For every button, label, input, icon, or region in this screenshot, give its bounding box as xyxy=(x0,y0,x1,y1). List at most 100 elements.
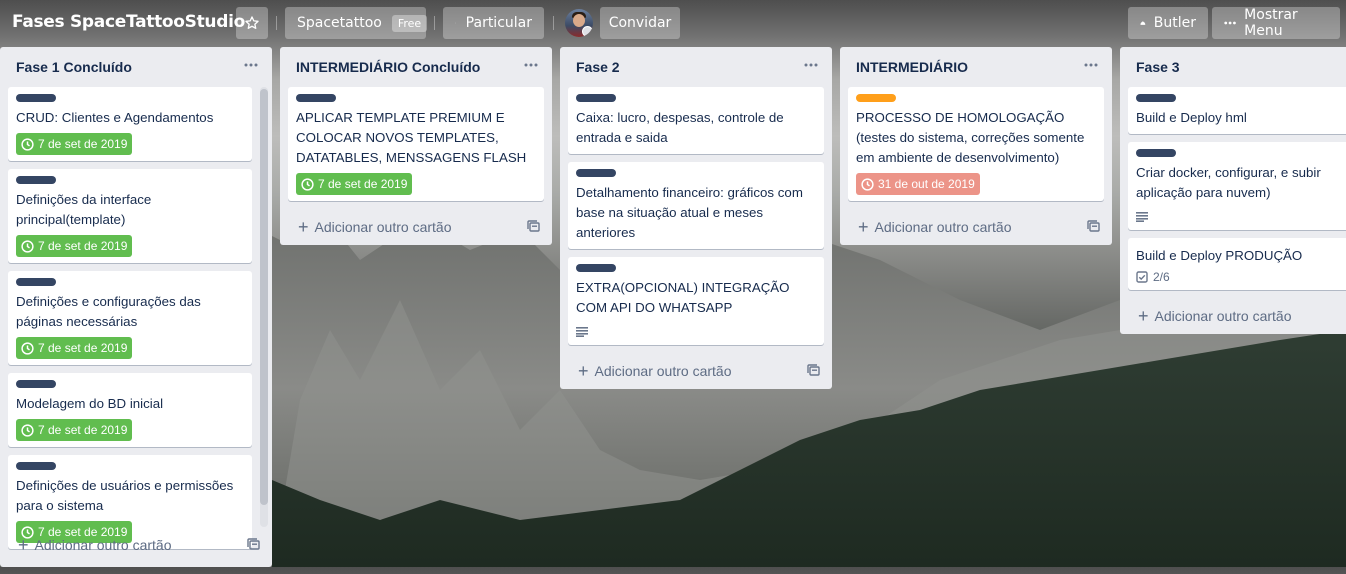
team-name: Spacetattoo xyxy=(297,15,382,31)
ellipsis-icon xyxy=(1224,21,1236,25)
add-card-label: Adicionar outro cartão xyxy=(35,537,172,553)
card-template-icon[interactable] xyxy=(527,220,540,233)
list-title[interactable]: INTERMEDIÁRIO Concluído xyxy=(296,59,480,75)
card-template-icon[interactable] xyxy=(1087,220,1100,233)
scrollbar-thumb[interactable] xyxy=(260,89,268,505)
list-intermediario: INTERMEDIÁRIO PROCESSO DE HOMOLOGAÇÃO (t… xyxy=(840,47,1112,245)
add-card-button[interactable]: + Adicionar outro cartão xyxy=(0,527,272,563)
card[interactable]: APLICAR TEMPLATE PREMIUM E COLOCAR NOVOS… xyxy=(288,87,544,201)
add-card-label: Adicionar outro cartão xyxy=(315,219,452,235)
plus-icon: + xyxy=(578,362,589,380)
card-label[interactable] xyxy=(1136,149,1176,157)
card-title: Definições da interface principal(templa… xyxy=(16,190,244,230)
card[interactable]: EXTRA(OPCIONAL) INTEGRAÇÃO COM API DO WH… xyxy=(568,257,824,345)
card-label[interactable] xyxy=(856,94,896,102)
butler-button[interactable]: Butler xyxy=(1128,7,1208,39)
card-title: Modelagem do BD inicial xyxy=(16,394,244,414)
card[interactable]: Build e Deploy PRODUÇÃO 2/6 xyxy=(1128,238,1346,290)
show-menu-button[interactable]: Mostrar Menu xyxy=(1212,7,1340,39)
card-template-icon[interactable] xyxy=(807,364,820,377)
visibility-label: Particular xyxy=(466,15,532,31)
add-card-label: Adicionar outro cartão xyxy=(595,363,732,379)
due-date-badge[interactable]: 31 de out de 2019 xyxy=(856,173,980,195)
due-date-badge[interactable]: 7 de set de 2019 xyxy=(16,133,132,155)
card-label[interactable] xyxy=(16,94,56,102)
list-title[interactable]: Fase 3 xyxy=(1136,59,1180,75)
card[interactable]: Criar docker, configurar, e subir aplica… xyxy=(1128,142,1346,230)
list-fase-2: Fase 2 Caixa: lucro, despesas, controle … xyxy=(560,47,832,389)
card-label[interactable] xyxy=(296,94,336,102)
card-template-icon[interactable] xyxy=(247,538,260,551)
checklist-icon xyxy=(1136,271,1148,283)
card[interactable]: Definições da interface principal(templa… xyxy=(8,169,252,263)
add-card-button[interactable]: + Adicionar outro cartão xyxy=(560,353,832,389)
description-icon xyxy=(576,325,816,339)
butler-icon xyxy=(1140,17,1146,29)
card-title: APLICAR TEMPLATE PREMIUM E COLOCAR NOVOS… xyxy=(296,108,536,168)
list-header[interactable]: Fase 3 xyxy=(1120,47,1346,87)
card-label[interactable] xyxy=(576,169,616,177)
card-title: Criar docker, configurar, e subir aplica… xyxy=(1136,163,1338,203)
card[interactable]: PROCESSO DE HOMOLOGAÇÃO (testes do siste… xyxy=(848,87,1104,201)
card-title: Build e Deploy hml xyxy=(1136,108,1338,128)
card[interactable]: Definições e configurações das páginas n… xyxy=(8,271,252,365)
lock-icon xyxy=(455,16,456,30)
add-card-button[interactable]: + Adicionar outro cartão xyxy=(280,209,552,245)
card[interactable]: Build e Deploy hml xyxy=(1128,87,1346,134)
plan-badge: Free xyxy=(392,15,427,32)
add-card-button[interactable]: +Adicionar outro cartão xyxy=(1120,298,1346,334)
list-title[interactable]: INTERMEDIÁRIO xyxy=(856,59,968,75)
card[interactable]: CRUD: Clientes e Agendamentos 7 de set d… xyxy=(8,87,252,161)
plus-icon: + xyxy=(298,218,309,236)
card-title: Detalhamento financeiro: gráficos com ba… xyxy=(576,183,816,243)
butler-label: Butler xyxy=(1154,15,1196,31)
card-label[interactable] xyxy=(16,380,56,388)
list-menu-button[interactable] xyxy=(802,56,820,74)
member-avatar[interactable] xyxy=(565,9,593,37)
list-header[interactable]: Fase 2 xyxy=(560,47,832,87)
plus-icon: + xyxy=(1138,307,1149,325)
admin-badge-icon xyxy=(582,26,593,37)
list-title[interactable]: Fase 2 xyxy=(576,59,620,75)
ellipsis-icon xyxy=(244,63,258,67)
clock-icon xyxy=(301,178,314,191)
star-button[interactable] xyxy=(236,7,268,39)
list-header[interactable]: INTERMEDIÁRIO xyxy=(840,47,1112,87)
card-label[interactable] xyxy=(16,176,56,184)
due-date-badge[interactable]: 7 de set de 2019 xyxy=(16,419,132,441)
board-title[interactable]: Fases SpaceTattooStudio xyxy=(12,12,245,32)
card[interactable]: Modelagem do BD inicial 7 de set de 2019 xyxy=(8,373,252,447)
card-label[interactable] xyxy=(576,94,616,102)
list-header[interactable]: Fase 1 Concluído xyxy=(0,47,272,87)
add-card-label: Adicionar outro cartão xyxy=(875,219,1012,235)
due-date-badge[interactable]: 7 de set de 2019 xyxy=(16,235,132,257)
list-header[interactable]: INTERMEDIÁRIO Concluído xyxy=(280,47,552,87)
team-button[interactable]: Spacetattoo Free xyxy=(285,7,426,39)
card[interactable]: Detalhamento financeiro: gráficos com ba… xyxy=(568,162,824,249)
card-label[interactable] xyxy=(1136,94,1176,102)
due-date-text: 7 de set de 2019 xyxy=(38,137,127,151)
due-date-badge[interactable]: 7 de set de 2019 xyxy=(16,337,132,359)
due-date-badge[interactable]: 7 de set de 2019 xyxy=(296,173,412,195)
header-divider xyxy=(434,16,435,30)
visibility-button[interactable]: Particular xyxy=(443,7,544,39)
card[interactable]: Caixa: lucro, despesas, controle de entr… xyxy=(568,87,824,154)
list-menu-button[interactable] xyxy=(522,56,540,74)
list-menu-button[interactable] xyxy=(242,56,260,74)
card-label[interactable] xyxy=(576,264,616,272)
card-title: Caixa: lucro, despesas, controle de entr… xyxy=(576,108,816,148)
due-date-text: 7 de set de 2019 xyxy=(38,239,127,253)
checklist-count: 2/6 xyxy=(1153,270,1170,284)
clock-icon xyxy=(21,424,34,437)
plus-icon: + xyxy=(18,536,29,554)
invite-button[interactable]: Convidar xyxy=(600,7,680,39)
list-scrollbar[interactable] xyxy=(260,87,268,527)
due-date-text: 7 de set de 2019 xyxy=(38,341,127,355)
due-date-text: 7 de set de 2019 xyxy=(38,423,127,437)
add-card-button[interactable]: +Adicionar outro cartão xyxy=(840,209,1112,245)
list-menu-button[interactable] xyxy=(1082,56,1100,74)
card-label[interactable] xyxy=(16,462,56,470)
card-label[interactable] xyxy=(16,278,56,286)
ellipsis-icon xyxy=(524,63,538,67)
list-title[interactable]: Fase 1 Concluído xyxy=(16,59,132,75)
